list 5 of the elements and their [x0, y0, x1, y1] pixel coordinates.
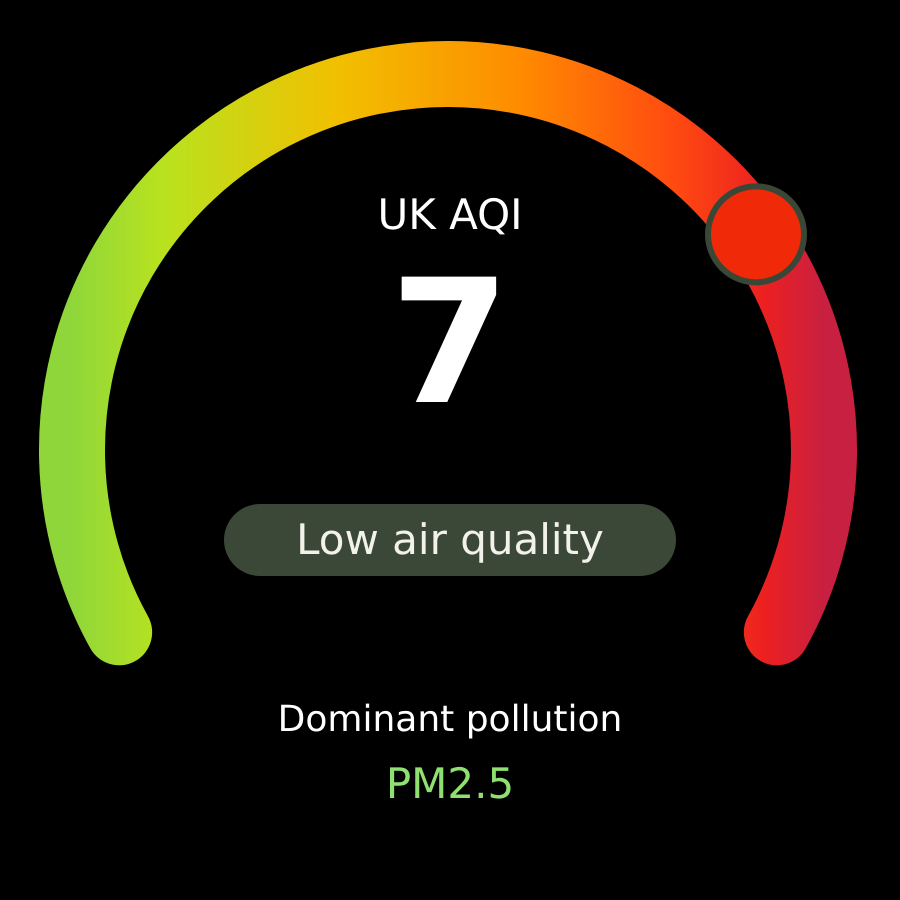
dominant-label: Dominant pollution	[278, 698, 622, 742]
dominant-value: PM2.5	[386, 758, 514, 810]
status-badge: Low air quality	[224, 504, 676, 576]
aqi-value: 7	[390, 248, 510, 438]
gauge-title: UK AQI	[377, 189, 523, 241]
